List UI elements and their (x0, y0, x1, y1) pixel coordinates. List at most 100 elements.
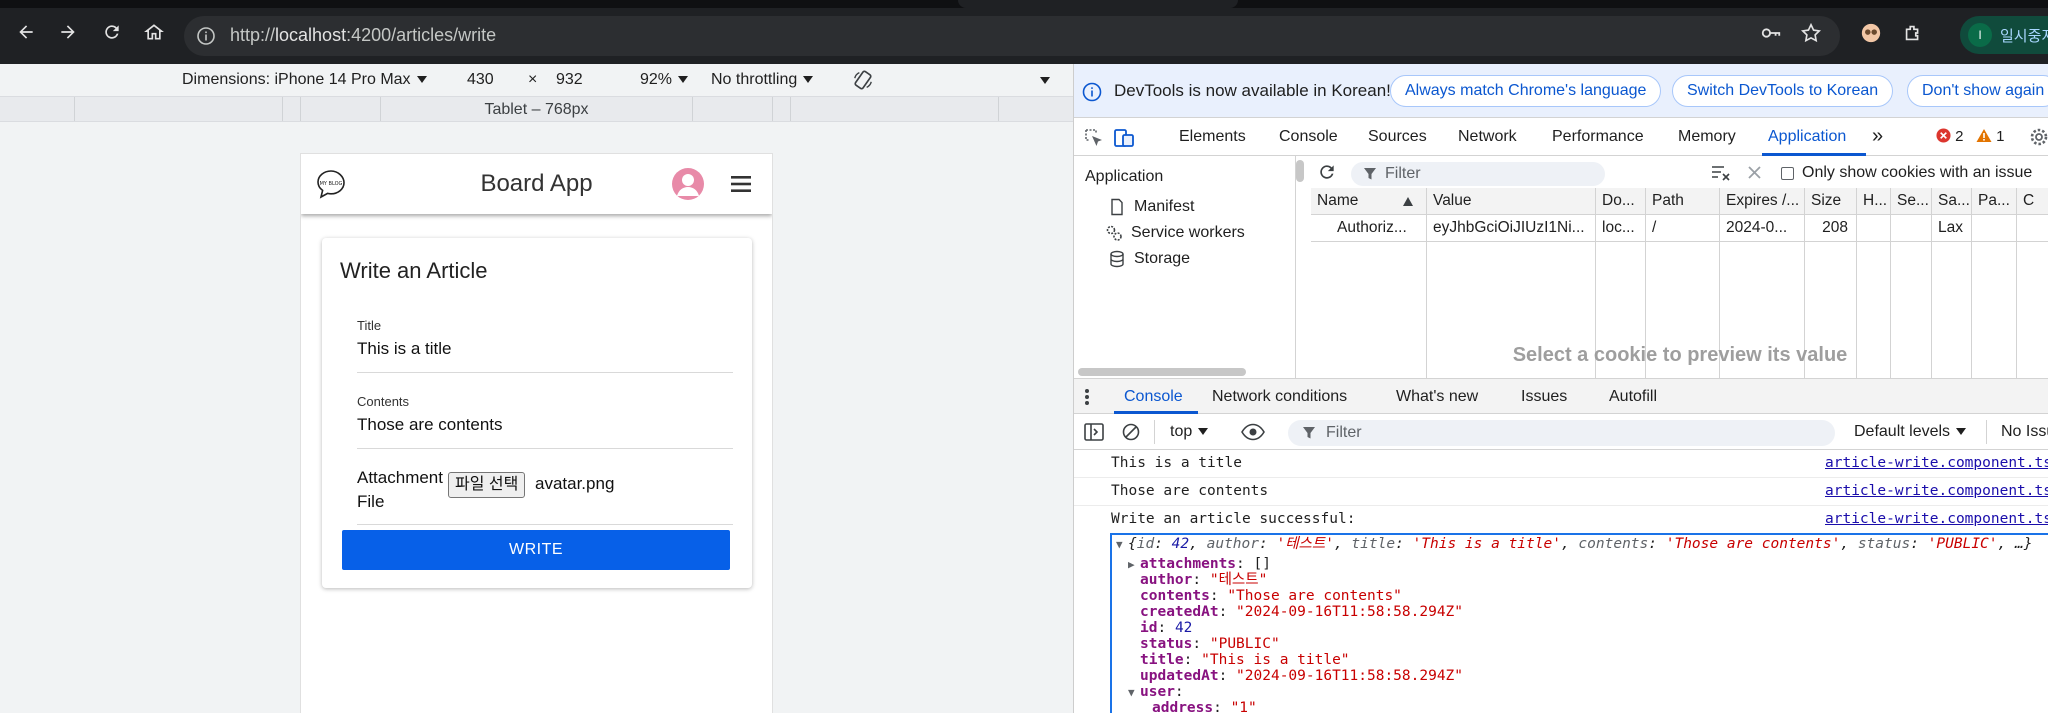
vertical-scrollbar[interactable] (1296, 160, 1304, 182)
tab-sources[interactable]: Sources (1368, 128, 1427, 146)
drawer-tab-network-conditions[interactable]: Network conditions (1212, 388, 1347, 406)
document-icon (1111, 198, 1123, 216)
object-summary[interactable]: ▼ {id: 42, author: '테스트', title: 'This is… (1116, 535, 2032, 554)
summary-title: 'This is a title' (1412, 536, 1561, 552)
rotate-icon[interactable] (852, 69, 874, 91)
clear-filtered-icon[interactable] (1711, 164, 1731, 182)
collapse-triangle-icon[interactable]: ▼ (1116, 536, 1128, 554)
column-header[interactable]: H... (1856, 188, 1890, 215)
device-emulation-pane: Dimensions: iPhone 14 Pro Max 430 × 932 … (0, 64, 1073, 713)
star-icon[interactable] (1800, 22, 1822, 44)
device-toolbar: Dimensions: iPhone 14 Pro Max 430 × 932 … (0, 64, 1073, 96)
match-language-button[interactable]: Always match Chrome's language (1390, 75, 1662, 107)
drawer-tab-issues[interactable]: Issues (1521, 388, 1567, 406)
console-source-link[interactable]: article-write.component.ts (1825, 455, 2048, 471)
width-input[interactable]: 430 (467, 71, 494, 89)
tab-console[interactable]: Console (1279, 128, 1338, 146)
checkbox-box[interactable] (1781, 166, 1794, 180)
context-select[interactable]: top (1170, 423, 1209, 441)
extension-avatar-icon[interactable] (1860, 22, 1882, 44)
more-options-icon[interactable] (1040, 77, 1050, 84)
property-key: createdAt (1140, 604, 1219, 620)
tab-performance[interactable]: Performance (1552, 128, 1644, 146)
profile-button[interactable]: I 일시중지 (1960, 16, 2048, 54)
drawer-tab-autofill[interactable]: Autofill (1609, 388, 1657, 406)
property-key: title (1140, 652, 1184, 668)
filter-icon (1303, 427, 1315, 439)
only-issue-checkbox[interactable]: Only show cookies with an issue (1781, 164, 2032, 182)
contents-input[interactable]: Those are contents (357, 415, 503, 435)
column-header[interactable]: Pa... (1971, 188, 2016, 215)
home-button[interactable] (142, 20, 166, 44)
column-header[interactable]: C (2016, 188, 2048, 215)
warning-count[interactable]: 1 (1976, 128, 2005, 145)
more-tabs-icon[interactable]: » (1872, 125, 1883, 148)
column-header[interactable]: Do... (1595, 188, 1645, 215)
collapse-triangle-icon[interactable]: ▼ (1128, 684, 1140, 702)
zoom-label: 92% (640, 71, 673, 88)
clear-console-icon[interactable] (1122, 423, 1140, 441)
reload-button[interactable] (100, 20, 124, 44)
horizontal-scrollbar[interactable] (1078, 368, 1246, 376)
address-bar[interactable]: http://localhost:4200/articles/write (184, 16, 1840, 56)
drawer-tab-whats-new[interactable]: What's new (1396, 388, 1478, 406)
column-header[interactable]: Expires /... (1719, 188, 1804, 215)
throttling-select[interactable]: No throttling (711, 71, 814, 89)
tab-elements[interactable]: Elements (1179, 128, 1246, 146)
choose-file-button[interactable]: 파일 선택 (448, 472, 526, 498)
sidebar-item-label: Service workers (1131, 224, 1245, 241)
switch-korean-button[interactable]: Switch DevTools to Korean (1672, 75, 1894, 107)
sidebar-toggle-icon[interactable] (1084, 423, 1104, 441)
gear-icon[interactable] (2029, 127, 2048, 147)
delete-selected-icon[interactable] (1747, 165, 1762, 180)
drawer-menu-icon[interactable] (1084, 388, 1090, 406)
selected-file-name: avatar.png (535, 474, 615, 493)
sidebar-item-label: Manifest (1134, 198, 1195, 215)
title-input[interactable]: This is a title (357, 339, 451, 359)
hamburger-menu-icon[interactable] (729, 172, 753, 196)
dimensions-select[interactable]: Dimensions: iPhone 14 Pro Max (182, 71, 427, 89)
log-levels-select[interactable]: Default levels (1854, 423, 1967, 441)
column-header[interactable]: Value (1426, 188, 1595, 215)
column-header[interactable]: Sa... (1931, 188, 1971, 215)
forward-button[interactable] (56, 20, 80, 44)
active-tab[interactable] (958, 0, 1238, 8)
summary-status: 'PUBLIC' (1927, 536, 1998, 552)
console-filter-input[interactable]: Filter (1288, 420, 1835, 446)
inspect-element-icon[interactable] (1084, 128, 1104, 148)
key-icon[interactable] (1760, 22, 1782, 44)
back-button[interactable] (14, 20, 38, 44)
column-header[interactable]: Se... (1890, 188, 1931, 215)
dont-show-again-button[interactable]: Don't show again (1907, 75, 2048, 107)
refresh-icon[interactable] (1317, 162, 1337, 182)
sidebar-section-application[interactable]: Application (1085, 168, 1163, 186)
error-count[interactable]: 2 (1936, 128, 1964, 145)
site-info-icon[interactable] (196, 26, 216, 46)
device-toolbar-icon[interactable] (1113, 127, 1135, 149)
zoom-select[interactable]: 92% (640, 71, 689, 89)
sidebar-item-storage[interactable]: Storage (1108, 250, 1190, 268)
sidebar-item-service-workers[interactable]: Service workers (1105, 224, 1245, 242)
tab-memory[interactable]: Memory (1678, 128, 1736, 146)
dimensions-label: Dimensions: iPhone 14 Pro Max (182, 71, 411, 88)
sidebar-item-manifest[interactable]: Manifest (1108, 198, 1194, 216)
column-header[interactable]: Size (1804, 188, 1856, 215)
console-source-link[interactable]: article-write.component.ts (1825, 511, 2048, 527)
write-button[interactable]: WRITE (342, 530, 730, 570)
tab-network[interactable]: Network (1458, 128, 1517, 146)
extensions-icon[interactable] (1902, 22, 1924, 44)
breakpoint-bar[interactable]: Tablet – 768px (0, 96, 1073, 122)
cookie-filter-input[interactable]: Filter (1351, 162, 1605, 186)
issues-counter[interactable]: No Issues (2001, 423, 2048, 441)
table-row[interactable]: Authoriz... eyJhbGciOiJIUzI1Ni... loc...… (1311, 215, 2048, 242)
chevron-down-icon (803, 76, 814, 84)
property-key: author (1140, 572, 1193, 588)
column-header[interactable]: Path (1645, 188, 1719, 215)
drawer-tab-console[interactable]: Console (1124, 388, 1183, 406)
height-input[interactable]: 932 (556, 71, 583, 89)
eye-icon[interactable] (1241, 423, 1265, 441)
avatar[interactable] (672, 168, 704, 200)
tab-application[interactable]: Application (1768, 128, 1846, 146)
console-source-link[interactable]: article-write.component.ts (1825, 483, 2048, 499)
breakpoint-label: Tablet – 768px (484, 101, 589, 118)
